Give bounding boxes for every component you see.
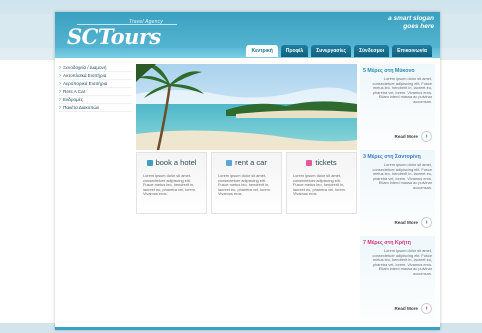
promo-santorini: 3 Μέρες στη Σαντορίνη Lorem ipsum dolor …	[360, 150, 435, 234]
promo-mykonos-read-more[interactable]: Read More ›	[394, 131, 432, 142]
service-box-tickets-label: tickets	[315, 158, 337, 167]
promo-santorini-text: Lorem ipsum dolor sit amet, consectetuer…	[372, 162, 432, 190]
sidebar-item-rent-a-car[interactable]: Rent A Car	[59, 88, 132, 96]
ticket-icon	[306, 159, 313, 166]
footer-bar	[55, 327, 440, 330]
sidebar-item-ferry-tickets[interactable]: Ακτοπλοϊκά Εισιτήρια	[59, 72, 132, 80]
tab-links[interactable]: Σύνδεσμοι	[354, 45, 390, 57]
arrow-right-icon[interactable]: ›	[421, 217, 432, 228]
read-more-label: Read More	[394, 134, 419, 139]
promo-crete: 7 Μέρες στη Κρήτη Lorem ipsum dolor sit …	[360, 236, 435, 320]
service-box-tickets[interactable]: tickets Lorem ipsum dolor sit amet, cons…	[286, 152, 357, 214]
read-more-label: Read More	[394, 306, 419, 311]
sidebar-item-holiday-packages[interactable]: Πακέτα Διακοπών	[59, 104, 132, 112]
sidebar-menu: Ξενοδοχεία / Διαμονή Ακτοπλοϊκά Εισιτήρι…	[59, 64, 132, 112]
site-header: Travel Agency SCTours a smart slogan goe…	[55, 12, 440, 58]
arrow-right-icon[interactable]: ›	[421, 303, 432, 314]
service-box-hotel[interactable]: book a hotel Lorem ipsum dolor sit amet,…	[136, 152, 207, 214]
tab-contact[interactable]: Επικοινωνία	[392, 45, 432, 57]
logo-text: SCTours	[67, 24, 161, 49]
hero-image	[136, 64, 357, 150]
promo-crete-read-more[interactable]: Read More ›	[394, 303, 432, 314]
tab-home[interactable]: Κεντρική	[246, 45, 278, 57]
sidebar-item-air-tickets[interactable]: Αεροπορικά Εισιτήρια	[59, 80, 132, 88]
slogan-line-2: goes here	[403, 23, 434, 30]
service-box-hotel-title: book a hotel	[137, 153, 206, 172]
tab-partners[interactable]: Συνεργασίες	[311, 45, 352, 57]
service-box-hotel-label: book a hotel	[155, 158, 197, 167]
service-box-hotel-text: Lorem ipsum dolor sit amet, consectetuer…	[143, 173, 196, 197]
sidebar-item-excursions[interactable]: Εκδρομές	[59, 96, 132, 104]
service-box-car-title: rent a car	[212, 153, 281, 172]
service-box-car-text: Lorem ipsum dolor sit amet, consectetuer…	[218, 173, 271, 197]
page-container: Travel Agency SCTours a smart slogan goe…	[55, 12, 440, 330]
service-box-tickets-text: Lorem ipsum dolor sit amet, consectetuer…	[293, 173, 346, 197]
service-box-car[interactable]: rent a car Lorem ipsum dolor sit amet, c…	[211, 152, 282, 214]
service-box-car-label: rent a car	[235, 158, 267, 167]
car-icon	[226, 159, 233, 166]
logo[interactable]: Travel Agency SCTours	[67, 18, 197, 54]
main-nav: Κεντρική Προφίλ Συνεργασίες Σύνδεσμοι Επ…	[246, 45, 432, 57]
slogan: a smart slogan goes here	[388, 15, 434, 31]
arrow-right-icon[interactable]: ›	[421, 131, 432, 142]
promo-crete-text: Lorem ipsum dolor sit amet, consectetuer…	[372, 248, 432, 276]
sidebar-item-hotels[interactable]: Ξενοδοχεία / Διαμονή	[59, 64, 132, 72]
promo-santorini-read-more[interactable]: Read More ›	[394, 217, 432, 228]
hotel-icon	[146, 159, 153, 166]
promo-mykonos-text: Lorem ipsum dolor sit amet, consectetuer…	[372, 76, 432, 104]
service-box-tickets-title: tickets	[287, 153, 356, 172]
tab-profile[interactable]: Προφίλ	[280, 45, 309, 57]
promo-mykonos: 5 Μέρες στη Μύκονο Lorem ipsum dolor sit…	[360, 64, 435, 148]
read-more-label: Read More	[394, 220, 419, 225]
slogan-line-1: a smart slogan	[388, 15, 434, 22]
